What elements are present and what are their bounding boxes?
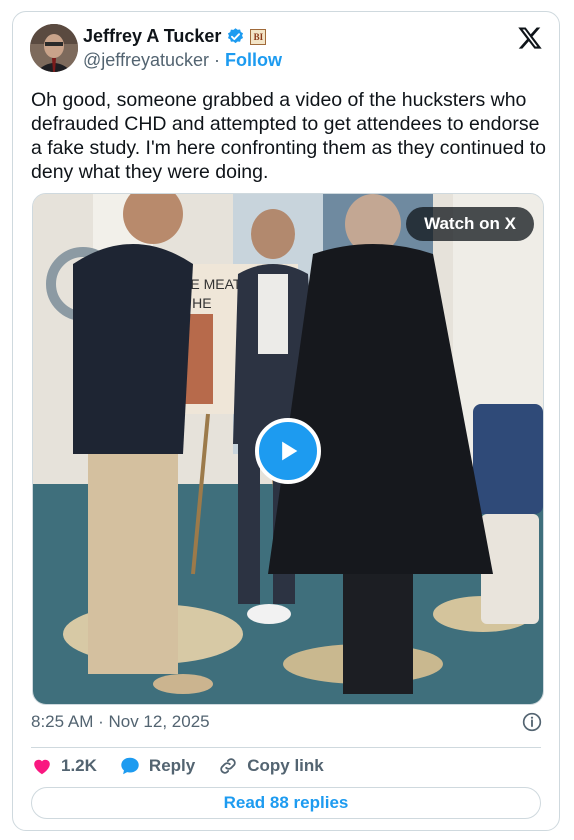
read-replies-button[interactable]: Read 88 replies [31, 787, 541, 819]
x-logo-icon[interactable] [517, 25, 543, 51]
verified-badge-icon [228, 28, 244, 44]
tweet-text: Oh good, someone grabbed a video of the … [31, 89, 546, 183]
like-action[interactable]: 1.2K [31, 755, 97, 777]
action-bar: 1.2K Reply Copy link [31, 755, 346, 777]
divider [31, 747, 541, 748]
heart-icon [34, 759, 50, 775]
play-button[interactable] [255, 418, 321, 484]
reply-bubble-icon [121, 757, 139, 775]
info-icon[interactable] [522, 712, 542, 732]
follow-button[interactable]: Follow [225, 50, 282, 71]
reply-label: Reply [148, 756, 196, 775]
timestamp[interactable]: 8:25 AM · Nov 12, 2025 [31, 712, 210, 732]
video-thumbnail[interactable]: KE MEAT L HE Watch on X [32, 193, 544, 705]
play-icon [282, 441, 298, 461]
avatar[interactable] [30, 24, 78, 72]
author-name[interactable]: Jeffrey A Tucker [83, 26, 221, 47]
copy-link-label: Copy link [247, 756, 324, 775]
watch-on-x-button[interactable]: Watch on X [406, 207, 534, 241]
tweet-card: Jeffrey A Tucker BI @jeffreyatucker · Fo… [12, 11, 560, 831]
like-count: 1.2K [61, 756, 97, 775]
author-handle[interactable]: @jeffreyatucker [83, 50, 209, 71]
link-icon [220, 758, 236, 774]
affiliation-badge-icon[interactable]: BI [250, 28, 267, 45]
copy-link-action[interactable]: Copy link [217, 755, 324, 777]
reply-action[interactable]: Reply [119, 755, 195, 777]
handle-separator: · [214, 50, 220, 70]
